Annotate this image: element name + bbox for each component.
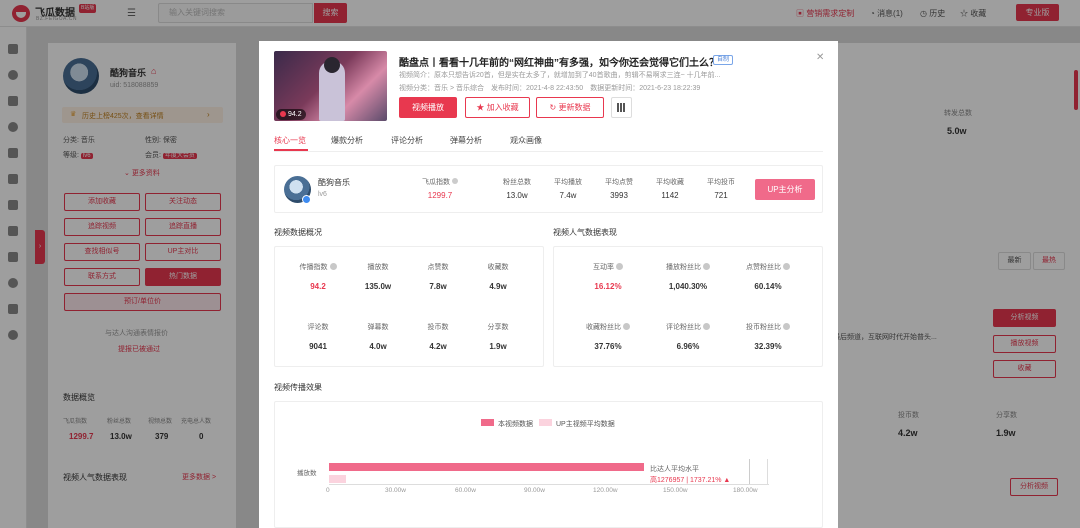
feigua-index-label: 飞瓜指数: [410, 177, 470, 187]
star-icon: ★: [476, 103, 487, 112]
stat-value: 13.0w: [506, 191, 528, 200]
legend-label-video[interactable]: 本视频数据: [498, 419, 533, 429]
spread-section-title: 视频传播效果: [274, 383, 322, 392]
metric-label: 投币数: [427, 324, 449, 331]
tab-hit-analysis[interactable]: 爆款分析: [331, 135, 363, 146]
close-icon[interactable]: ✕: [816, 52, 824, 63]
help-icon[interactable]: [616, 263, 623, 270]
help-icon[interactable]: [623, 323, 630, 330]
tab-audience-profile[interactable]: 观众画像: [510, 135, 542, 146]
metric-label: 播放粉丝比: [652, 262, 724, 272]
overview-section-title: 视频数据概况: [274, 228, 322, 237]
metric-label: 评论数: [307, 324, 329, 331]
metric-value: 135.0w: [364, 282, 392, 291]
metric-value: 4.9w: [489, 282, 507, 291]
metric-value: 9041: [309, 342, 327, 351]
metric-label: 分享数: [487, 324, 509, 331]
refresh-data-button[interactable]: ↻ 更新数据: [536, 97, 604, 118]
bar-video-plays[interactable]: [329, 463, 644, 471]
chart-gridline: [749, 459, 750, 485]
metric-label: 弹幕数: [367, 324, 389, 331]
x-tick-label: 150.00w: [663, 487, 688, 494]
help-icon[interactable]: [783, 323, 790, 330]
metric-label: 投币粉丝比: [732, 322, 804, 332]
feigua-index-value: 1299.7: [427, 191, 453, 200]
tab-danmaku-analysis[interactable]: 弹幕分析: [450, 135, 482, 146]
up-name[interactable]: 酷狗音乐: [318, 177, 350, 188]
stat-label: 平均点赞: [605, 179, 633, 186]
help-icon[interactable]: [783, 263, 790, 270]
metric-value: 94.2: [310, 282, 326, 291]
video-description: 视频简介：原本只想告诉20首，但是实在太多了，就增加到了40首歌曲，剪辑不易啊求…: [399, 72, 721, 79]
self-made-badge: 自制: [713, 55, 734, 65]
stat-label: 平均投币: [707, 179, 735, 186]
tab-active-indicator: [274, 149, 308, 151]
chart-gridline: [767, 459, 768, 485]
x-tick-label: 60.00w: [455, 487, 476, 494]
help-icon[interactable]: [329, 263, 337, 270]
verified-icon: [302, 195, 311, 204]
metric-label: 点赞粉丝比: [732, 262, 804, 272]
x-tick-label: 180.00w: [733, 487, 758, 494]
metric-label: 互动率: [572, 262, 644, 272]
video-thumbnail[interactable]: 94.2: [274, 51, 387, 121]
metric-label: 评论粉丝比: [652, 322, 724, 332]
stat-value: 721: [714, 191, 728, 200]
play-video-button[interactable]: 视频播放: [399, 97, 457, 118]
metric-label: 传播指数: [289, 262, 347, 272]
metric-value: 1,040.30%: [668, 282, 708, 291]
help-icon[interactable]: [703, 323, 710, 330]
up-summary-box: [274, 165, 823, 213]
thumbnail-score: 94.2: [276, 109, 306, 120]
metric-label: 播放数: [367, 264, 389, 271]
stat-value: 7.4w: [559, 191, 577, 200]
stat-label: 平均收藏: [656, 179, 684, 186]
metric-value: 4.0w: [369, 342, 387, 351]
video-title: 酷盘点丨看看十几年前的“网红神曲”有多强，如今你还会觉得它们土么？: [399, 58, 719, 69]
metric-label: 收藏数: [487, 264, 509, 271]
stat-label: 粉丝总数: [503, 179, 531, 186]
stat-label: 平均播放: [554, 179, 582, 186]
metric-value: 7.8w: [429, 282, 447, 291]
video-meta: 视频分类：音乐 > 音乐综合 发布时间：2021-4-8 22:43:50 数据…: [399, 85, 701, 92]
metric-value: 1.9w: [489, 342, 507, 351]
compare-value: 高1276957 | 1737.21% ▲: [650, 477, 731, 484]
metric-value: 32.39%: [754, 342, 782, 351]
legend-swatch-video[interactable]: [481, 419, 494, 426]
metric-label: 收藏粉丝比: [572, 322, 644, 332]
x-tick-label: 30.00w: [385, 487, 406, 494]
tab-divider: [274, 151, 823, 152]
help-icon: [452, 178, 458, 184]
compare-label: 比达人平均水平: [650, 466, 699, 473]
help-icon[interactable]: [703, 263, 710, 270]
metric-value: 37.76%: [594, 342, 622, 351]
chart-category-label: 播放数: [297, 470, 317, 477]
stat-value: 1142: [661, 191, 679, 200]
stat-value: 3993: [610, 191, 628, 200]
add-favorite-button[interactable]: ★ 加入收藏: [465, 97, 530, 118]
x-tick-label: 0: [326, 487, 330, 494]
thumbnail-head: [324, 57, 340, 73]
legend-label-up-avg[interactable]: UP主视频平均数据: [556, 419, 615, 429]
up-analysis-button[interactable]: UP主分析: [755, 179, 815, 200]
legend-swatch-up-avg[interactable]: [539, 419, 552, 426]
qrcode-icon[interactable]: [611, 97, 632, 118]
tab-comment-analysis[interactable]: 评论分析: [391, 135, 423, 146]
metric-value: 4.2w: [429, 342, 447, 351]
bar-up-average-plays[interactable]: [329, 475, 346, 483]
x-tick-label: 90.00w: [524, 487, 545, 494]
popularity-section-title: 视频人气数据表现: [553, 228, 617, 237]
x-tick-label: 120.00w: [593, 487, 618, 494]
metric-value: 60.14%: [754, 282, 782, 291]
metric-label: 点赞数: [427, 264, 449, 271]
metric-value: 6.96%: [676, 342, 700, 351]
tab-core-overview[interactable]: 核心一览: [274, 135, 306, 146]
up-level: lv6: [318, 191, 327, 198]
metric-value: 16.12%: [594, 282, 622, 291]
